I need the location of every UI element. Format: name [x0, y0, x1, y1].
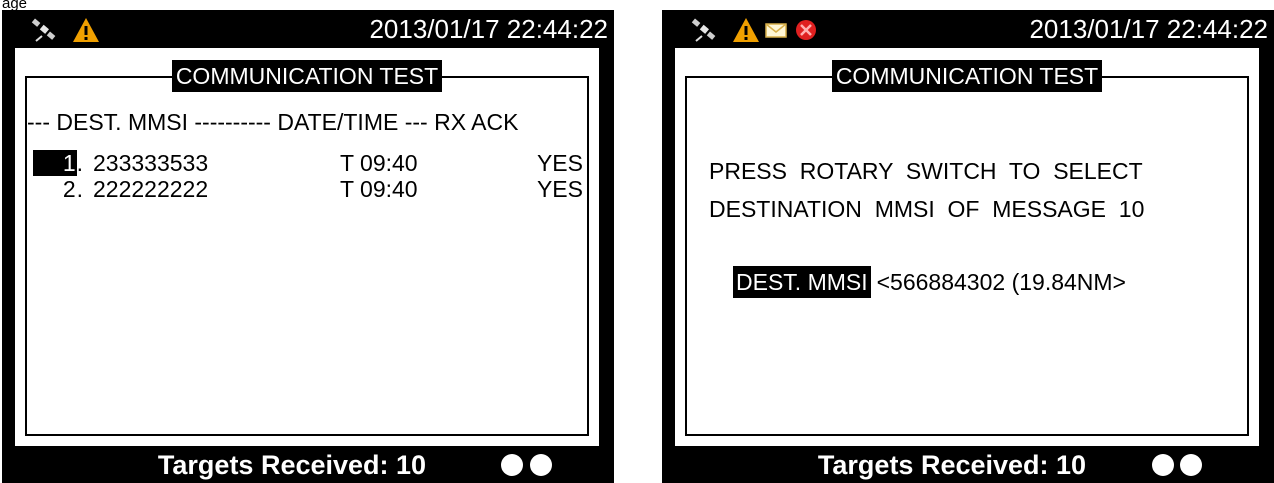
panel-title-text: COMMUNICATION TEST — [171, 60, 443, 92]
row-datetime: T 09:40 — [340, 176, 418, 202]
dest-mmsi-label: DEST. MMSI — [733, 266, 871, 298]
footer-bar: Targets Received: 10 — [662, 446, 1274, 483]
list-item[interactable]: 2. 222222222 T 09:40 YES — [27, 176, 587, 202]
row-datetime: T 09:40 — [340, 150, 418, 176]
envelope-icon — [765, 23, 787, 38]
communication-test-panel: COMMUNICATION TEST --- DEST. MMSI ------… — [15, 48, 599, 446]
row-index-sep: . — [76, 150, 83, 176]
footer-bar: Targets Received: 10 — [2, 446, 614, 483]
satellite-icon — [691, 18, 716, 42]
row-index-number: 1 — [32, 150, 77, 176]
table-header: --- DEST. MMSI ---------- DATE/TIME --- … — [27, 109, 519, 135]
row-rx-ack: YES — [536, 150, 583, 176]
status-bar: 2013/01/17 22:44:22 — [662, 10, 1274, 48]
status-datetime: 2013/01/17 22:44:22 — [1029, 14, 1268, 44]
alarm-icon — [796, 20, 816, 40]
instruction-line-1: PRESS ROTARY SWITCH TO SELECT — [709, 158, 1143, 184]
dest-mmsi-selector[interactable]: DEST. MMSI <566884302 (19.84NM> — [733, 266, 1126, 298]
row-index-sep: . — [76, 176, 83, 202]
instruction-line-2: DESTINATION MMSI OF MESSAGE 10 — [709, 196, 1145, 222]
dest-mmsi-value[interactable]: <566884302 (19.84NM> — [877, 269, 1126, 295]
panel-title-text: COMMUNICATION TEST — [831, 60, 1103, 92]
row-mmsi: 222222222 — [93, 176, 209, 202]
communication-test-panel: COMMUNICATION TEST PRESS ROTARY SWITCH T… — [675, 48, 1259, 446]
warning-icon — [733, 18, 759, 42]
status-bar: 2013/01/17 22:44:22 — [2, 10, 614, 48]
status-datetime: 2013/01/17 22:44:22 — [369, 14, 608, 44]
row-index: 1. — [27, 150, 83, 176]
row-mmsi: 233333533 — [93, 150, 209, 176]
satellite-icon — [31, 18, 56, 42]
status-led-2 — [530, 454, 552, 476]
status-led-1 — [1152, 454, 1174, 476]
list-item[interactable]: 1. 233333533 T 09:40 YES — [27, 150, 587, 176]
row-index: 2. — [27, 176, 83, 202]
panel-title: COMMUNICATION TEST — [675, 60, 1259, 92]
row-index-number: 2 — [62, 176, 76, 202]
mmsi-list: 1. 233333533 T 09:40 YES 2. 222222222 T … — [27, 150, 587, 202]
left-device-screen: 2013/01/17 22:44:22 COMMUNICATION TEST -… — [2, 10, 614, 483]
status-led-2 — [1180, 454, 1202, 476]
panel-frame — [685, 76, 1249, 436]
right-device-screen: 2013/01/17 22:44:22 COMMUNICATION TEST P… — [662, 10, 1274, 483]
warning-icon — [73, 18, 99, 42]
row-rx-ack: YES — [536, 176, 583, 202]
status-led-1 — [501, 454, 523, 476]
panel-title: COMMUNICATION TEST — [15, 60, 599, 92]
instruction-message: PRESS ROTARY SWITCH TO SELECT DESTINATIO… — [709, 152, 1144, 228]
